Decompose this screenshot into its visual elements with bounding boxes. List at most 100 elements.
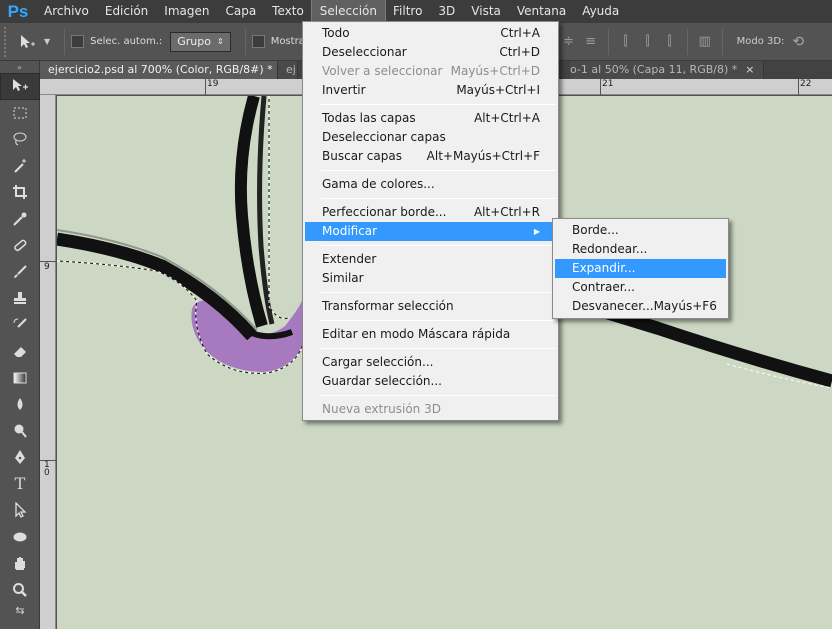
- distribute-left-icon[interactable]: ⫿: [615, 31, 637, 53]
- submenu-item-contraer[interactable]: Contraer...: [555, 278, 726, 297]
- menu-item-deseleccionar-capas[interactable]: Deseleccionar capas: [305, 128, 556, 147]
- menu-item-mascara-rapida[interactable]: Editar en modo Máscara rápida: [305, 325, 556, 344]
- move-tool-preset-icon[interactable]: [10, 28, 44, 56]
- menu-item-todo[interactable]: Todo Ctrl+A: [305, 24, 556, 43]
- ruler-tick: [600, 79, 601, 95]
- auto-select-checkbox[interactable]: [71, 35, 85, 48]
- menu-texto[interactable]: Texto: [264, 0, 312, 23]
- move-tool-icon[interactable]: [0, 73, 40, 100]
- menu-item-deseleccionar[interactable]: Deseleccionar Ctrl+D: [305, 43, 556, 62]
- shortcut-label: Mayús+Ctrl+I: [456, 83, 540, 97]
- tab-second-doc[interactable]: ej: [278, 61, 298, 79]
- zoom-tool-icon[interactable]: [0, 577, 40, 604]
- clone-stamp-icon[interactable]: [0, 285, 40, 312]
- menu-edicion[interactable]: Edición: [97, 0, 156, 23]
- shortcut-label: Ctrl+A: [500, 26, 540, 40]
- menu-capa[interactable]: Capa: [217, 0, 264, 23]
- type-tool-icon[interactable]: T: [0, 471, 40, 498]
- menu-seleccion[interactable]: Selección: [310, 0, 387, 24]
- gradient-tool-icon[interactable]: [0, 365, 40, 392]
- menu-3d[interactable]: 3D: [430, 0, 463, 23]
- healing-brush-icon[interactable]: [0, 232, 40, 259]
- ellipse-tool-icon[interactable]: [0, 524, 40, 551]
- menu-ventana[interactable]: Ventana: [509, 0, 574, 23]
- menu-bar: Ps Archivo Edición Imagen Capa Texto Sel…: [0, 0, 832, 24]
- submenu-item-borde[interactable]: Borde...: [555, 221, 726, 240]
- menu-item-invertir[interactable]: Invertir Mayús+Ctrl+I: [305, 81, 556, 100]
- separator: [686, 28, 688, 55]
- submenu-item-expandir[interactable]: Expandir...: [555, 259, 726, 278]
- seleccion-dropdown-menu: Todo Ctrl+A Deseleccionar Ctrl+D Volver a …: [302, 21, 559, 421]
- menu-separator: [321, 320, 556, 321]
- menu-item-label: Nueva extrusión 3D: [322, 402, 441, 416]
- submenu-item-redondear[interactable]: Redondear...: [555, 240, 726, 259]
- align-bottom-icon[interactable]: ≡: [580, 31, 602, 53]
- menu-item-label: Desvanecer...: [572, 299, 654, 313]
- expand-panel-icon[interactable]: »: [0, 61, 39, 73]
- path-selection-icon[interactable]: [0, 497, 40, 524]
- eraser-tool-icon[interactable]: [0, 338, 40, 365]
- menu-item-buscar-capas[interactable]: Buscar capas Alt+Mayús+Ctrl+F: [305, 147, 556, 166]
- menu-item-label: Gama de colores...: [322, 177, 435, 191]
- chevron-down-icon[interactable]: ▼: [44, 37, 50, 46]
- orbit-3d-icon[interactable]: ⟲: [792, 34, 804, 50]
- align-vcenter-icon[interactable]: ≑: [558, 31, 580, 53]
- ruler-label: 21: [602, 79, 614, 89]
- lasso-tool-icon[interactable]: [0, 126, 40, 153]
- menu-item-transformar-seleccion[interactable]: Transformar selección: [305, 297, 556, 316]
- close-icon[interactable]: ×: [745, 63, 754, 76]
- marquee-tool-icon[interactable]: [0, 100, 40, 127]
- menu-item-guardar-seleccion[interactable]: Guardar selección...: [305, 372, 556, 391]
- menu-item-cargar-seleccion[interactable]: Cargar selección...: [305, 353, 556, 372]
- history-brush-icon[interactable]: [0, 312, 40, 339]
- menu-item-label: Todo: [322, 26, 350, 40]
- auto-align-icon[interactable]: ▥: [694, 31, 716, 53]
- menu-item-label: Borde...: [572, 223, 619, 237]
- tab-label: ejercicio2.psd al 700% (Color, RGB/8#) *: [48, 63, 273, 76]
- ruler-label: 9: [44, 262, 50, 272]
- menu-separator: [321, 104, 556, 105]
- modificar-submenu: Borde... Redondear... Expandir... Contra…: [552, 218, 729, 319]
- menu-item-label: Guardar selección...: [322, 374, 442, 388]
- submenu-arrow-icon: ▶: [533, 227, 540, 236]
- menu-filtro[interactable]: Filtro: [385, 0, 430, 23]
- menu-item-nueva-extrusion-3d: Nueva extrusión 3D: [305, 400, 556, 419]
- ruler-tick: [798, 79, 799, 95]
- menu-item-volver-a-seleccionar: Volver a seleccionar Mayús+Ctrl+D: [305, 62, 556, 81]
- photoshop-window: Ps Archivo Edición Imagen Capa Texto Sel…: [0, 0, 832, 629]
- menu-separator: [321, 395, 556, 396]
- menu-ayuda[interactable]: Ayuda: [574, 0, 627, 23]
- menu-archivo[interactable]: Archivo: [36, 0, 97, 23]
- tab-third-doc[interactable]: o-1 al 50% (Capa 11, RGB/8) * ×: [570, 61, 764, 79]
- menu-item-label: Extender: [322, 252, 377, 266]
- menu-item-gama-de-colores[interactable]: Gama de colores...: [305, 175, 556, 194]
- menu-item-perfeccionar-borde[interactable]: Perfeccionar borde... Alt+Ctrl+R: [305, 203, 556, 222]
- magic-wand-icon[interactable]: [0, 153, 40, 180]
- menu-vista[interactable]: Vista: [463, 0, 509, 23]
- menu-item-modificar[interactable]: Modificar ▶: [305, 222, 556, 241]
- brush-tool-icon[interactable]: [0, 259, 40, 286]
- color-swap-icon[interactable]: ⇆: [0, 603, 40, 617]
- hand-tool-icon[interactable]: [0, 550, 40, 577]
- dodge-tool-icon[interactable]: [0, 418, 40, 445]
- menu-imagen[interactable]: Imagen: [156, 0, 217, 23]
- shortcut-label: Mayús+F6: [653, 299, 717, 313]
- tab-label: o-1 al 50% (Capa 11, RGB/8) *: [570, 63, 738, 76]
- menu-separator: [321, 348, 556, 349]
- distribute-right-icon[interactable]: ⫿: [659, 31, 681, 53]
- menu-item-label: Buscar capas: [322, 149, 402, 163]
- pen-tool-icon[interactable]: [0, 444, 40, 471]
- blur-tool-icon[interactable]: [0, 391, 40, 418]
- updown-icon: ⇕: [216, 37, 224, 46]
- menu-item-label: Volver a seleccionar: [322, 64, 443, 78]
- submenu-item-desvanecer[interactable]: Desvanecer... Mayús+F6: [555, 297, 726, 316]
- crop-tool-icon[interactable]: [0, 179, 40, 206]
- show-transform-checkbox[interactable]: [251, 35, 265, 48]
- tab-ejercicio2[interactable]: ejercicio2.psd al 700% (Color, RGB/8#) *…: [40, 61, 278, 79]
- group-select[interactable]: Grupo ⇕: [170, 31, 231, 52]
- menu-item-similar[interactable]: Similar: [305, 269, 556, 288]
- distribute-hcenter-icon[interactable]: ⫿: [637, 31, 659, 53]
- menu-item-todas-las-capas[interactable]: Todas las capas Alt+Ctrl+A: [305, 109, 556, 128]
- menu-item-extender[interactable]: Extender: [305, 250, 556, 269]
- eyedropper-icon[interactable]: [0, 206, 40, 233]
